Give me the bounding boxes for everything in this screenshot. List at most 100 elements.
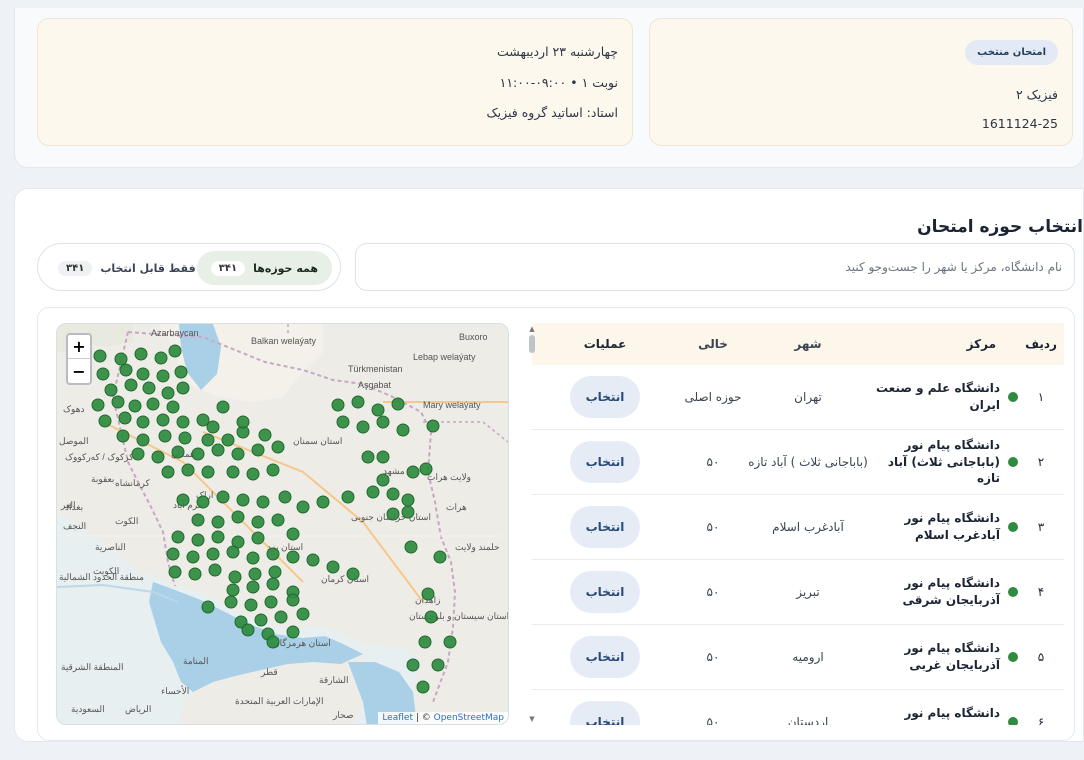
map-marker[interactable] xyxy=(176,381,190,395)
map-marker[interactable] xyxy=(296,500,310,514)
map-marker[interactable] xyxy=(174,365,188,379)
map-marker[interactable] xyxy=(111,395,125,409)
map-marker[interactable] xyxy=(356,420,370,434)
map-marker[interactable] xyxy=(426,419,440,433)
map-marker[interactable] xyxy=(248,567,262,581)
map-marker[interactable] xyxy=(191,533,205,547)
map-marker[interactable] xyxy=(91,398,105,412)
filter-selectable-only[interactable]: فقط قابل انتخاب ۳۴۱ xyxy=(44,251,210,285)
map-marker[interactable] xyxy=(406,465,420,479)
map-marker[interactable] xyxy=(406,658,420,672)
map-marker[interactable] xyxy=(256,495,270,509)
map-marker[interactable] xyxy=(201,600,215,614)
map-marker[interactable] xyxy=(158,429,172,443)
map-marker[interactable] xyxy=(361,450,375,464)
map-marker[interactable] xyxy=(236,415,250,429)
map-marker[interactable] xyxy=(416,680,430,694)
map-marker[interactable] xyxy=(266,463,280,477)
map-marker[interactable] xyxy=(331,398,345,412)
map-marker[interactable] xyxy=(251,531,265,545)
select-button[interactable]: انتخاب xyxy=(570,441,640,483)
map-marker[interactable] xyxy=(206,547,220,561)
map-marker[interactable] xyxy=(433,550,447,564)
map-marker[interactable] xyxy=(443,635,457,649)
map-marker[interactable] xyxy=(246,467,260,481)
map-marker[interactable] xyxy=(246,580,260,594)
map-marker[interactable] xyxy=(131,447,145,461)
scroll-down-arrow-icon[interactable]: ▼ xyxy=(528,715,536,723)
map-marker[interactable] xyxy=(161,465,175,479)
select-button[interactable]: انتخاب xyxy=(570,571,640,613)
map-marker[interactable] xyxy=(286,625,300,639)
map-marker[interactable] xyxy=(208,563,222,577)
map-marker[interactable] xyxy=(176,415,190,429)
map-marker[interactable] xyxy=(168,565,182,579)
map-marker[interactable] xyxy=(236,493,250,507)
map-marker[interactable] xyxy=(171,530,185,544)
map-marker[interactable] xyxy=(306,553,320,567)
map-marker[interactable] xyxy=(134,347,148,361)
map-marker[interactable] xyxy=(278,490,292,504)
map-marker[interactable] xyxy=(221,433,235,447)
map-marker[interactable] xyxy=(211,515,225,529)
map-marker[interactable] xyxy=(116,429,130,443)
map-marker[interactable] xyxy=(186,550,200,564)
map-marker[interactable] xyxy=(268,565,282,579)
map-marker[interactable] xyxy=(181,463,195,477)
map-marker[interactable] xyxy=(341,490,355,504)
map-marker[interactable] xyxy=(266,577,280,591)
map-marker[interactable] xyxy=(211,530,225,544)
map-marker[interactable] xyxy=(118,411,132,425)
map-marker[interactable] xyxy=(196,495,210,509)
map-marker[interactable] xyxy=(146,397,160,411)
map-marker[interactable] xyxy=(136,433,150,447)
map-marker[interactable] xyxy=(371,403,385,417)
map-marker[interactable] xyxy=(286,527,300,541)
map-marker[interactable] xyxy=(93,349,107,363)
scroll-thumb[interactable] xyxy=(529,335,535,353)
map-marker[interactable] xyxy=(366,485,380,499)
map-marker[interactable] xyxy=(114,352,128,366)
scroll-up-arrow-icon[interactable]: ▲ xyxy=(528,325,536,333)
zoom-in-button[interactable]: + xyxy=(68,335,90,359)
map-marker[interactable] xyxy=(431,658,445,672)
map-marker[interactable] xyxy=(211,443,225,457)
map-marker[interactable] xyxy=(166,400,180,414)
table-scrollbar[interactable]: ▲ ▼ xyxy=(527,323,537,725)
map-marker[interactable] xyxy=(224,595,238,609)
map-marker[interactable] xyxy=(271,513,285,527)
map-marker[interactable] xyxy=(124,378,138,392)
map-marker[interactable] xyxy=(226,465,240,479)
map-marker[interactable] xyxy=(346,567,360,581)
map-marker[interactable] xyxy=(391,397,405,411)
map-marker[interactable] xyxy=(128,399,142,413)
search-input[interactable] xyxy=(355,243,1075,291)
map-marker[interactable] xyxy=(266,635,280,649)
map-marker[interactable] xyxy=(161,386,175,400)
map-marker[interactable] xyxy=(96,367,110,381)
filter-all-centers[interactable]: همه حوزه‌ها ۳۴۱ xyxy=(196,251,332,285)
map-marker[interactable] xyxy=(104,383,118,397)
map-marker[interactable] xyxy=(201,433,215,447)
map-marker[interactable] xyxy=(326,560,340,574)
map-marker[interactable] xyxy=(216,400,230,414)
map-marker[interactable] xyxy=(231,510,245,524)
map-marker[interactable] xyxy=(401,493,415,507)
map-marker[interactable] xyxy=(246,551,260,565)
map-marker[interactable] xyxy=(264,595,278,609)
map-marker[interactable] xyxy=(154,351,168,365)
map-marker[interactable] xyxy=(336,415,350,429)
zoom-out-button[interactable]: − xyxy=(68,359,90,383)
map-marker[interactable] xyxy=(258,428,272,442)
map-marker[interactable] xyxy=(251,443,265,457)
map-marker[interactable] xyxy=(142,381,156,395)
map-marker[interactable] xyxy=(231,447,245,461)
map-marker[interactable] xyxy=(98,414,112,428)
map-marker[interactable] xyxy=(168,344,182,358)
centers-map[interactable]: Azarbaycan Balkan welaýaty Buxoro Türkmenis… xyxy=(56,323,509,725)
map-marker[interactable] xyxy=(296,607,310,621)
map-marker[interactable] xyxy=(286,550,300,564)
map-marker[interactable] xyxy=(178,431,192,445)
map-marker[interactable] xyxy=(386,487,400,501)
map-marker[interactable] xyxy=(424,610,438,624)
